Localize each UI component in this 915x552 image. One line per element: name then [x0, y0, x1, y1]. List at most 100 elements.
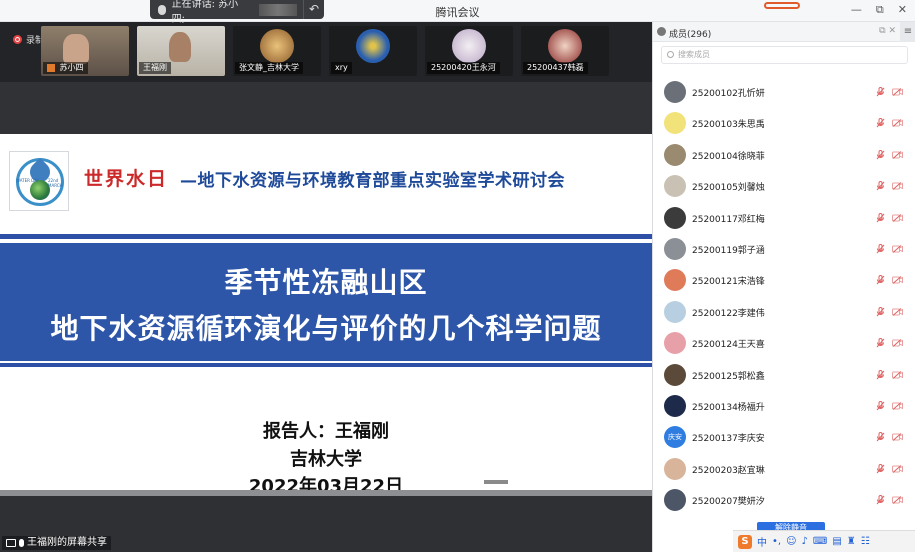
- member-row[interactable]: 25200105刘馨烛: [653, 170, 915, 200]
- ime-menu-icon[interactable]: ☷: [861, 536, 870, 547]
- avatar: [664, 457, 686, 480]
- member-row[interactable]: 25200125郭松鑫: [653, 359, 915, 389]
- avatar: [260, 29, 294, 63]
- muted-mic-icon[interactable]: [876, 463, 885, 474]
- members-title: 成员(296): [669, 30, 712, 40]
- muted-mic-icon[interactable]: [876, 275, 885, 285]
- muted-mic-icon[interactable]: [876, 495, 885, 505]
- screen-share-label: 王福刚的屏幕共享: [2, 536, 111, 550]
- member-name: 25200105刘馨烛: [692, 183, 765, 194]
- camera-off-icon[interactable]: [892, 307, 903, 316]
- speaking-indicator: 正在讲话: 苏小四; ↶: [150, 0, 324, 25]
- camera-off-icon[interactable]: [892, 245, 903, 253]
- member-row[interactable]: 25200104徐晓菲: [653, 139, 915, 169]
- title-bar: 腾讯会议 — ⧉ ✕: [0, 0, 915, 22]
- divider: [0, 234, 652, 239]
- undo-icon[interactable]: ↶: [303, 0, 324, 19]
- menu-icon[interactable]: ≡: [900, 22, 915, 42]
- muted-mic-icon[interactable]: [876, 338, 885, 348]
- video-tile-label: 苏小四: [43, 62, 88, 74]
- restore-button[interactable]: ⧉: [876, 3, 884, 17]
- member-name: 25200119郭子涵: [692, 246, 765, 256]
- muted-mic-icon[interactable]: [876, 212, 885, 223]
- slide-subtitle: —地下水资源与环境教育部重点实验室学术研讨会: [180, 171, 565, 191]
- video-tile-label: 王福刚: [139, 62, 171, 74]
- muted-mic-icon[interactable]: [876, 401, 885, 411]
- ime-skin-icon[interactable]: ♜: [847, 536, 856, 547]
- camera-off-icon[interactable]: [892, 150, 903, 159]
- ime-logo-icon[interactable]: S: [738, 534, 752, 549]
- video-tile-6[interactable]: 25200437韩磊: [521, 26, 609, 76]
- avatar: [664, 143, 686, 166]
- popout-close-icon[interactable]: ⧉ ✕: [879, 26, 896, 36]
- camera-off-icon[interactable]: [892, 339, 903, 348]
- member-row[interactable]: 25200122李建伟: [653, 296, 915, 326]
- camera-off-icon[interactable]: [892, 496, 903, 505]
- search-placeholder: 搜索成员: [678, 50, 710, 59]
- muted-mic-icon[interactable]: [876, 369, 885, 380]
- avatar: [356, 29, 390, 63]
- earth-icon: [30, 180, 50, 200]
- close-button[interactable]: ✕: [898, 3, 907, 17]
- avatar: [548, 29, 582, 63]
- members-header: 成员(296) ⧉ ✕ ≡: [653, 22, 915, 42]
- main-title-line1: 季节性冻融山区: [224, 266, 428, 299]
- avatar: [664, 269, 686, 292]
- ime-punct-icon[interactable]: •,: [772, 536, 781, 547]
- member-row[interactable]: 25200102孔忻妍: [653, 76, 915, 106]
- camera-off-icon[interactable]: [892, 464, 903, 473]
- member-name: 25200137李庆安: [692, 434, 765, 445]
- shared-slide: WATER DAY 22nd MARCH 世界水日 —地下水资源与环境教育部重点…: [0, 134, 652, 497]
- member-row[interactable]: 25200119郭子涵: [653, 233, 915, 263]
- member-row[interactable]: 25200124王天喜: [653, 327, 915, 357]
- ime-keyboard-icon[interactable]: ⌨: [813, 536, 827, 547]
- avatar: [664, 238, 686, 260]
- window-controls: — ⧉ ✕: [851, 3, 907, 17]
- member-row[interactable]: 25200103朱思禹: [653, 107, 915, 137]
- camera-off-icon[interactable]: [892, 119, 903, 128]
- network-indicator[interactable]: [764, 2, 800, 9]
- avatar: [664, 363, 686, 386]
- camera-off-icon[interactable]: [892, 182, 903, 191]
- minimize-button[interactable]: —: [851, 3, 862, 17]
- camera-off-icon[interactable]: [892, 370, 903, 379]
- member-row[interactable]: 25200203赵宜琳: [653, 453, 915, 483]
- muted-mic-icon[interactable]: [876, 244, 885, 254]
- camera-off-icon[interactable]: [892, 276, 903, 285]
- user-icon: [657, 27, 666, 36]
- video-tile-5[interactable]: 25200420王永河: [425, 26, 513, 76]
- member-search-input[interactable]: 搜索成员: [661, 46, 908, 64]
- muted-mic-icon[interactable]: [876, 87, 885, 97]
- muted-mic-icon[interactable]: [876, 149, 885, 160]
- member-row[interactable]: 庆安 25200137李庆安: [653, 421, 915, 451]
- muted-mic-icon[interactable]: [876, 118, 885, 128]
- muted-mic-icon[interactable]: [876, 306, 885, 317]
- camera-off-icon[interactable]: [892, 213, 903, 222]
- camera-off-icon[interactable]: [892, 88, 903, 96]
- video-tile-4[interactable]: xry: [329, 26, 417, 76]
- video-tile-3[interactable]: 张文静_吉林大学: [233, 26, 321, 76]
- video-tile-2[interactable]: 王福刚: [137, 26, 225, 76]
- avatar: [664, 332, 686, 355]
- avatar: [664, 300, 686, 323]
- camera-off-icon[interactable]: [892, 433, 903, 442]
- camera-off-icon[interactable]: [892, 402, 903, 410]
- video-tile-1[interactable]: 苏小四: [41, 26, 129, 76]
- muted-mic-icon[interactable]: [876, 432, 885, 442]
- member-row[interactable]: 25200121宋浩锋: [653, 264, 915, 294]
- member-row[interactable]: 25200117邓红梅: [653, 202, 915, 232]
- member-row[interactable]: 25200134杨福升: [653, 390, 915, 420]
- ime-emoji-icon[interactable]: ☺: [786, 536, 796, 547]
- avatar: [664, 81, 686, 103]
- muted-mic-icon[interactable]: [876, 181, 885, 191]
- slide-banner-title: 世界水日: [84, 168, 169, 190]
- ime-language-icon[interactable]: 中: [757, 534, 767, 549]
- divider: [0, 363, 652, 367]
- page-indicator[interactable]: [484, 480, 508, 484]
- speaking-text: 正在讲话: 苏小四;: [171, 0, 239, 25]
- ime-tools-icon[interactable]: ▤: [832, 536, 841, 547]
- ime-voice-icon[interactable]: ♪: [802, 536, 808, 547]
- member-row[interactable]: 25200207樊妍汐: [653, 484, 915, 514]
- avatar: [664, 112, 686, 135]
- university: 吉林大学: [290, 449, 362, 470]
